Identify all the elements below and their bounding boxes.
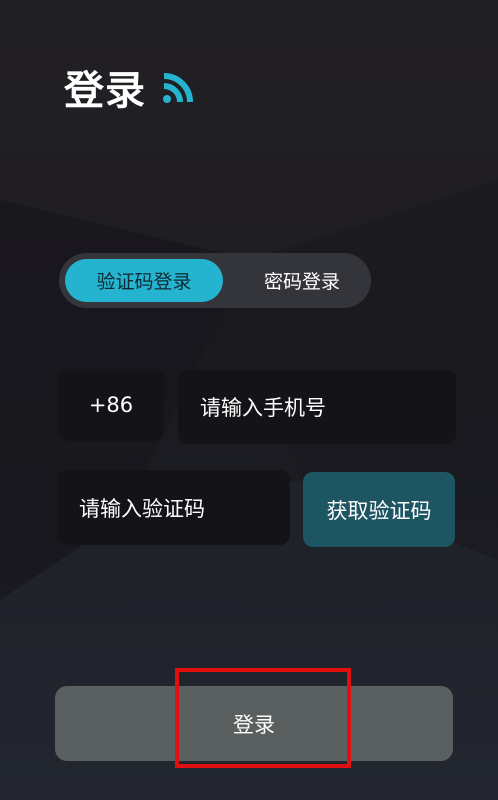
country-code-selector[interactable]: +86 bbox=[58, 369, 164, 441]
signal-waves-icon bbox=[163, 73, 193, 103]
tab-password-login[interactable]: 密码登录 bbox=[239, 259, 365, 302]
login-button[interactable]: 登录 bbox=[55, 686, 453, 761]
verification-code-input[interactable]: 请输入验证码 bbox=[57, 470, 290, 545]
login-mode-tabs: 验证码登录 密码登录 bbox=[59, 253, 371, 308]
phone-input[interactable]: 请输入手机号 bbox=[178, 370, 456, 444]
get-code-button[interactable]: 获取验证码 bbox=[303, 472, 455, 547]
tab-sms-login[interactable]: 验证码登录 bbox=[65, 259, 223, 302]
page-title: 登录 bbox=[64, 68, 146, 114]
